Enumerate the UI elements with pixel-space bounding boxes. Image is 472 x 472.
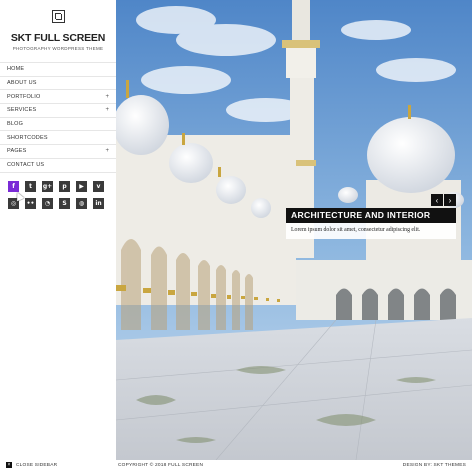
submenu-expand-icon[interactable]: + — [105, 94, 109, 100]
youtube-icon[interactable]: ▶ — [76, 180, 87, 192]
menu-item-blog[interactable]: BLOG — [0, 118, 116, 132]
sidebar: SKT FULL SCREEN PHOTOGRAPHY WORDPRESS TH… — [0, 0, 116, 460]
slide-title: ARCHITECTURE AND INTERIOR — [286, 208, 456, 223]
skype-icon[interactable]: S — [59, 197, 70, 209]
site-logo[interactable]: SKT FULL SCREEN PHOTOGRAPHY WORDPRESS TH… — [0, 0, 116, 62]
menu-item-contact-us[interactable]: CONTACT US — [0, 159, 116, 173]
menu-item-label: SHORTCODES — [7, 134, 48, 141]
dribbble-icon[interactable]: ◍ — [76, 197, 87, 209]
submenu-expand-icon[interactable]: + — [105, 107, 109, 113]
copyright-text: COPYRIGHT © 2018 FULL SCREEN — [118, 463, 204, 468]
menu-item-about-us[interactable]: ABOUT US — [0, 77, 116, 91]
menu-item-label: SERVICES — [7, 107, 37, 114]
menu-item-shortcodes[interactable]: SHORTCODES — [0, 131, 116, 146]
menu-item-label: HOME — [7, 66, 25, 73]
menu-item-label: CONTACT US — [7, 162, 45, 169]
close-icon: × — [6, 462, 12, 468]
close-sidebar-label: CLOSE SIDEBAR — [16, 462, 58, 468]
menu-item-label: PAGES — [7, 148, 27, 155]
footer: × CLOSE SIDEBAR COPYRIGHT © 2018 FULL SC… — [0, 460, 472, 472]
slider-nav: ‹ › — [431, 194, 456, 206]
linkedin-icon[interactable]: in — [93, 197, 104, 209]
close-sidebar-button[interactable]: × CLOSE SIDEBAR — [6, 462, 57, 468]
menu-item-portfolio[interactable]: PORTFOLIO + — [0, 90, 116, 105]
site-tagline: PHOTOGRAPHY WORDPRESS THEME — [12, 46, 104, 51]
menu-item-services[interactable]: SERVICES + — [0, 104, 116, 118]
main-menu: HOME ABOUT US PORTFOLIO + SERVICES + BLOG SHORT… — [0, 62, 116, 173]
menu-item-label: PORTFOLIO — [7, 93, 41, 100]
slide-description: Lorem ipsum dolor sit amet, consectetur … — [286, 223, 456, 239]
menu-item-label: BLOG — [7, 121, 24, 128]
flickr-icon[interactable]: •• — [25, 197, 36, 209]
fullscreen-icon — [51, 10, 65, 23]
rss-icon[interactable]: ◔ — [42, 197, 53, 209]
submenu-expand-icon[interactable]: + — [105, 148, 109, 154]
menu-item-pages[interactable]: PAGES + — [0, 145, 116, 159]
prev-slide-button[interactable]: ‹ — [431, 194, 443, 206]
pinterest-icon[interactable]: p — [59, 180, 70, 192]
social-icons: f t g+ p ▶ v ◎ •• ◔ S ◍ in — [0, 173, 116, 209]
menu-item-label: ABOUT US — [7, 80, 37, 87]
next-slide-button[interactable]: › — [444, 194, 456, 206]
design-credit: DESIGN BY: SKT THEMES — [402, 463, 466, 468]
menu-item-home[interactable]: HOME — [0, 63, 116, 77]
twitter-icon[interactable]: t — [25, 180, 36, 192]
slide-caption: ‹ › ARCHITECTURE AND INTERIOR Lorem ipsu… — [286, 194, 456, 239]
site-title: SKT FULL SCREEN — [10, 32, 106, 44]
facebook-icon[interactable]: f — [8, 180, 19, 192]
vimeo-icon[interactable]: v — [93, 180, 104, 192]
google-plus-icon[interactable]: g+ — [42, 180, 53, 192]
